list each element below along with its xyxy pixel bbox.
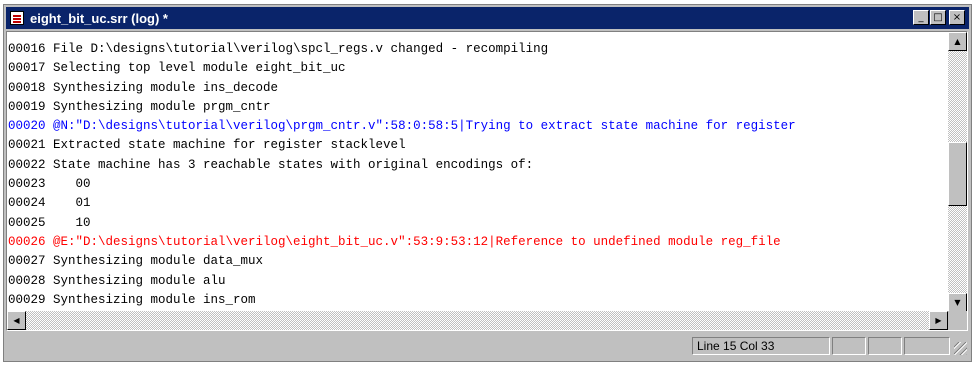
vertical-scroll-thumb[interactable] <box>948 142 967 206</box>
scroll-down-button[interactable]: ▼ <box>948 293 967 312</box>
log-line: 00025 10 <box>8 215 91 230</box>
scroll-left-button[interactable]: ◀ <box>7 311 26 330</box>
log-line: 00019 Synthesizing module prgm_cntr <box>8 99 271 114</box>
log-line: 00020 @N:"D:\designs\tutorial\verilog\pr… <box>8 119 796 134</box>
maximize-button[interactable]: □ <box>930 10 946 25</box>
log-line: 00026 @E:"D:\designs\tutorial\verilog\ei… <box>8 234 781 249</box>
close-button[interactable]: × <box>949 10 965 25</box>
title-bar[interactable]: eight_bit_uc.srr (log) * _ □ × <box>6 7 969 29</box>
status-bar: Line 15 Col 33 <box>6 335 969 357</box>
log-line: 00016 File D:\designs\tutorial\verilog\s… <box>8 42 549 56</box>
log-line: 00018 Synthesizing module ins_decode <box>8 80 279 95</box>
log-line: 00029 Synthesizing module ins_rom <box>8 292 256 307</box>
horizontal-scrollbar[interactable]: ◀ ▶ <box>7 311 948 330</box>
window-controls: _ □ × <box>913 10 965 25</box>
log-window: eight_bit_uc.srr (log) * _ □ × 00016 Fil… <box>3 4 972 362</box>
scrollbar-corner <box>948 311 967 330</box>
status-panel-3 <box>904 337 950 355</box>
log-line: 00021 Extracted state machine for regist… <box>8 138 406 153</box>
log-line: 00028 Synthesizing module alu <box>8 273 226 288</box>
log-file-icon[interactable] <box>10 11 24 25</box>
log-line: 00022 State machine has 3 reachable stat… <box>8 157 534 172</box>
scroll-right-button[interactable]: ▶ <box>929 311 948 330</box>
log-line: 00023 00 <box>8 177 91 192</box>
status-panel-2 <box>868 337 902 355</box>
status-message-area <box>6 337 690 355</box>
resize-grip[interactable] <box>954 342 967 355</box>
log-line: 00027 Synthesizing module data_mux <box>8 254 264 269</box>
cursor-position: Line 15 Col 33 <box>692 337 830 355</box>
vertical-scrollbar[interactable]: ▲ ▼ <box>948 32 967 312</box>
log-text-area[interactable]: 00016 File D:\designs\tutorial\verilog\s… <box>7 32 948 312</box>
log-view: 00016 File D:\designs\tutorial\verilog\s… <box>6 31 968 331</box>
log-line: 00024 01 <box>8 196 91 211</box>
log-line: 00017 Selecting top level module eight_b… <box>8 61 346 76</box>
status-panel-1 <box>832 337 866 355</box>
scroll-up-button[interactable]: ▲ <box>948 32 967 51</box>
minimize-button[interactable]: _ <box>913 10 929 25</box>
window-title: eight_bit_uc.srr (log) * <box>30 10 168 26</box>
